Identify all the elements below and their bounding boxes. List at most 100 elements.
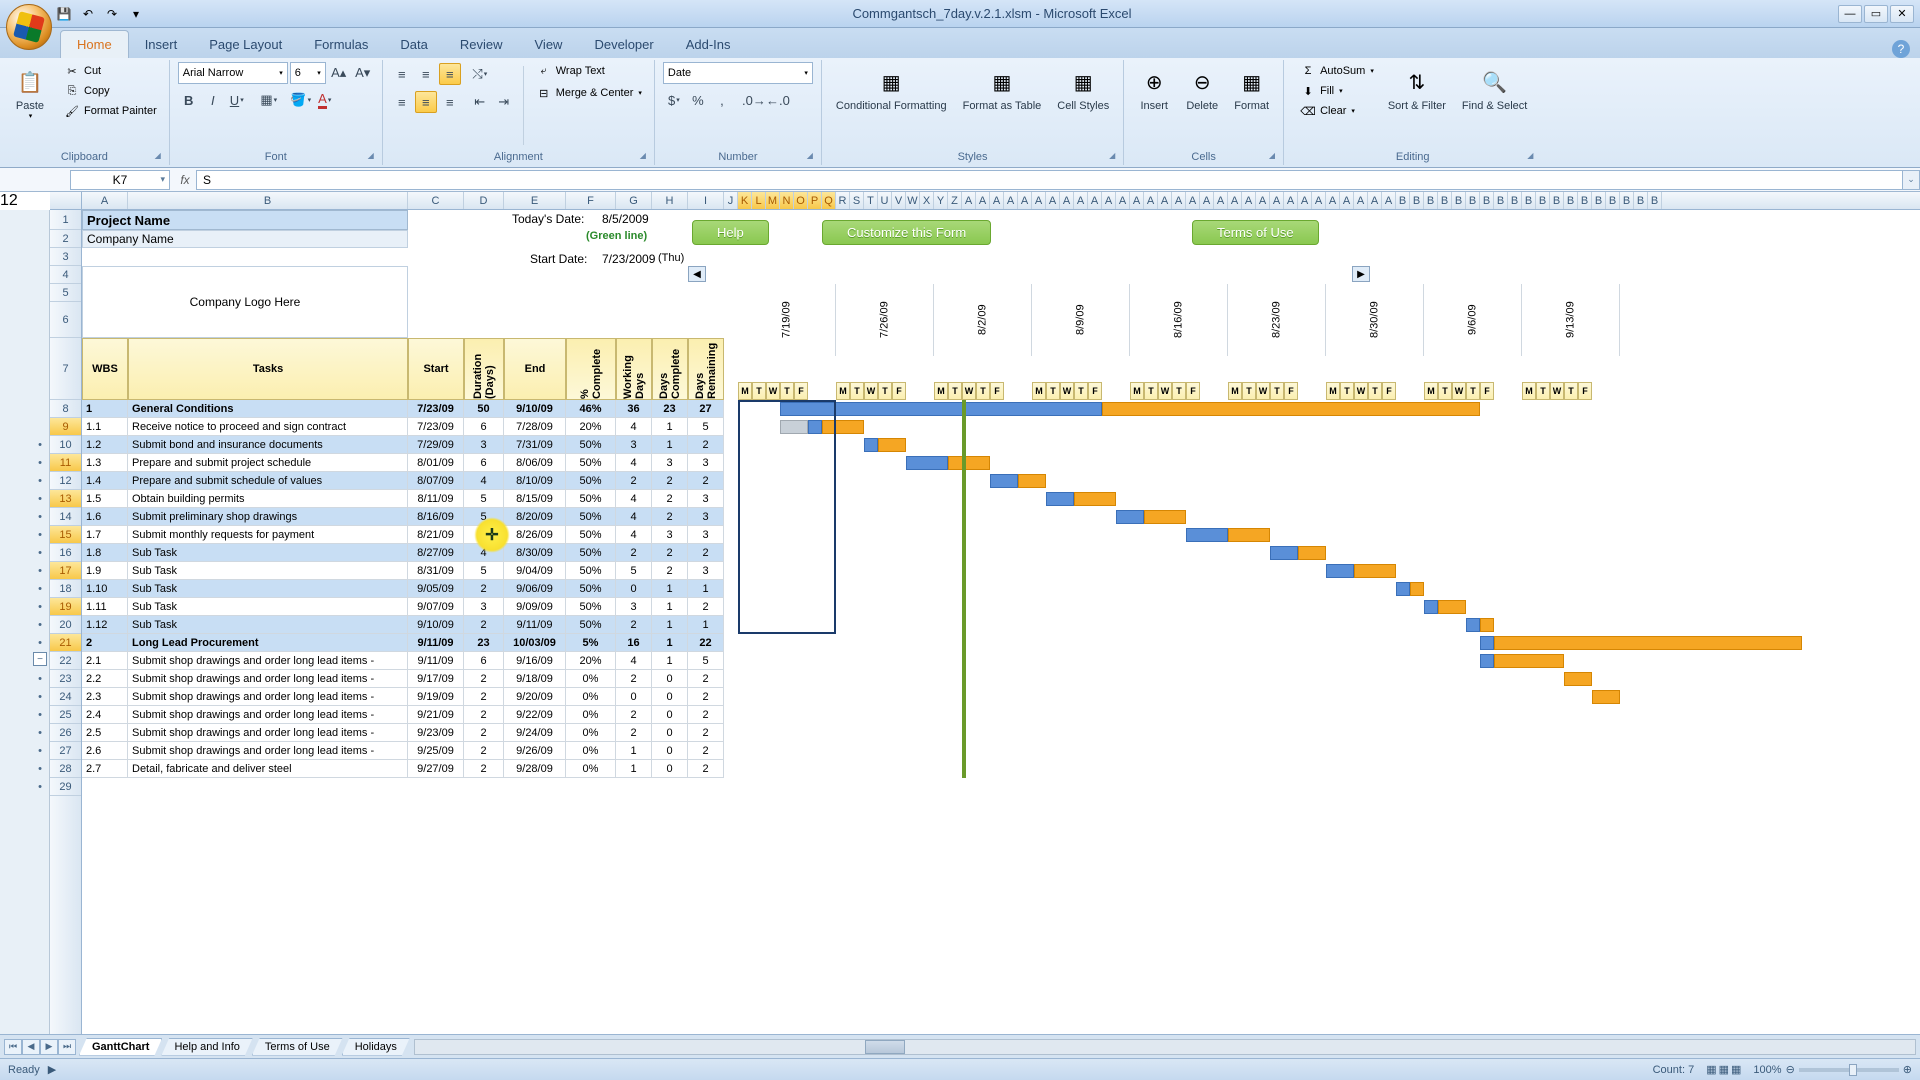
font-color-button[interactable]: A▾ bbox=[314, 89, 336, 111]
cell-end[interactable]: 9/26/09 bbox=[504, 742, 566, 760]
zoom-in-icon[interactable]: ⊕ bbox=[1903, 1063, 1912, 1076]
cell-start[interactable]: 8/11/09 bbox=[408, 490, 464, 508]
outline-level-2[interactable]: 2 bbox=[9, 192, 18, 210]
cell-end[interactable]: 9/28/09 bbox=[504, 760, 566, 778]
format-painter-button[interactable]: 🖌Format Painter bbox=[60, 102, 161, 120]
column-header[interactable]: B bbox=[1466, 192, 1480, 209]
row-header[interactable]: 5 bbox=[50, 284, 81, 302]
cell-end[interactable]: 8/30/09 bbox=[504, 544, 566, 562]
cell-dr[interactable]: 1 bbox=[688, 616, 724, 634]
column-header[interactable]: B bbox=[1536, 192, 1550, 209]
cell-wd[interactable]: 16 bbox=[616, 634, 652, 652]
delete-cells-button[interactable]: ⊖Delete bbox=[1180, 62, 1224, 149]
row-header[interactable]: 4 bbox=[50, 266, 81, 284]
cell-wbs[interactable]: 1.3 bbox=[82, 454, 128, 472]
cell-pct[interactable]: 50% bbox=[566, 508, 616, 526]
cell-dc[interactable]: 1 bbox=[652, 418, 688, 436]
cell-dc[interactable]: 0 bbox=[652, 724, 688, 742]
cell-start[interactable]: 8/31/09 bbox=[408, 562, 464, 580]
column-header[interactable]: A bbox=[1102, 192, 1116, 209]
cell-dc[interactable]: 3 bbox=[652, 526, 688, 544]
column-header[interactable]: A bbox=[1116, 192, 1130, 209]
wrap-text-button[interactable]: ⤶Wrap Text bbox=[532, 62, 646, 80]
cell-end[interactable]: 8/26/09 bbox=[504, 526, 566, 544]
cell-task[interactable]: Submit bond and insurance documents bbox=[128, 436, 408, 454]
fill-button[interactable]: ⬇Fill▾ bbox=[1296, 82, 1378, 100]
cell-start[interactable]: 9/23/09 bbox=[408, 724, 464, 742]
cell-dr[interactable]: 2 bbox=[688, 598, 724, 616]
align-bottom-icon[interactable]: ≡ bbox=[439, 63, 461, 85]
column-header[interactable]: B bbox=[1396, 192, 1410, 209]
cell-task[interactable]: Sub Task bbox=[128, 598, 408, 616]
column-header[interactable]: B bbox=[1564, 192, 1578, 209]
cell-wd[interactable]: 2 bbox=[616, 724, 652, 742]
cell-duration[interactable]: 2 bbox=[464, 670, 504, 688]
cell-start[interactable]: 9/25/09 bbox=[408, 742, 464, 760]
comma-icon[interactable]: , bbox=[711, 89, 733, 111]
cell-end[interactable]: 9/04/09 bbox=[504, 562, 566, 580]
align-center-icon[interactable]: ≡ bbox=[415, 91, 437, 113]
column-header[interactable]: A bbox=[1270, 192, 1284, 209]
cell-duration[interactable]: 2 bbox=[464, 742, 504, 760]
row-header[interactable]: 8 bbox=[50, 400, 81, 418]
cell-wd[interactable]: 4 bbox=[616, 454, 652, 472]
tab-addins[interactable]: Add-Ins bbox=[670, 31, 747, 58]
cell-dc[interactable]: 1 bbox=[652, 616, 688, 634]
cell-end[interactable]: 9/10/09 bbox=[504, 400, 566, 418]
cell-task[interactable]: Submit shop drawings and order long lead… bbox=[128, 742, 408, 760]
column-header[interactable]: O bbox=[794, 192, 808, 209]
cell-pct[interactable]: 46% bbox=[566, 400, 616, 418]
row-header[interactable]: 13 bbox=[50, 490, 81, 508]
tab-insert[interactable]: Insert bbox=[129, 31, 194, 58]
row-header[interactable]: 15 bbox=[50, 526, 81, 544]
cell-dr[interactable]: 22 bbox=[688, 634, 724, 652]
column-header[interactable]: A bbox=[1326, 192, 1340, 209]
row-header[interactable]: 7 bbox=[50, 338, 81, 400]
cell-end[interactable]: 9/09/09 bbox=[504, 598, 566, 616]
cell-task[interactable]: Submit shop drawings and order long lead… bbox=[128, 652, 408, 670]
increase-decimal-icon[interactable]: .0→ bbox=[743, 89, 765, 111]
cell-task[interactable]: Prepare and submit project schedule bbox=[128, 454, 408, 472]
cell-start[interactable]: 9/11/09 bbox=[408, 634, 464, 652]
row-header[interactable]: 19 bbox=[50, 598, 81, 616]
cell-dc[interactable]: 3 bbox=[652, 454, 688, 472]
column-header-days_remaining[interactable]: Days Remaining bbox=[688, 338, 724, 400]
column-header[interactable]: H bbox=[652, 192, 688, 209]
scrollbar-thumb[interactable] bbox=[865, 1040, 905, 1054]
cell-duration[interactable]: 6 bbox=[464, 418, 504, 436]
cell-dr[interactable]: 2 bbox=[688, 436, 724, 454]
cell-dr[interactable]: 2 bbox=[688, 724, 724, 742]
column-header[interactable]: A bbox=[976, 192, 990, 209]
save-icon[interactable]: 💾 bbox=[54, 4, 74, 24]
column-header-end[interactable]: End bbox=[504, 338, 566, 400]
cell-task[interactable]: Obtain building permits bbox=[128, 490, 408, 508]
paste-button[interactable]: 📋 Paste ▾ bbox=[8, 62, 52, 149]
tab-developer[interactable]: Developer bbox=[578, 31, 669, 58]
column-header[interactable]: A bbox=[962, 192, 976, 209]
cell-dr[interactable]: 2 bbox=[688, 472, 724, 490]
cell-wbs[interactable]: 1.6 bbox=[82, 508, 128, 526]
find-select-button[interactable]: 🔍Find & Select bbox=[1456, 62, 1533, 149]
cell-wbs[interactable]: 1.10 bbox=[82, 580, 128, 598]
column-header[interactable]: B bbox=[1620, 192, 1634, 209]
column-header[interactable]: B bbox=[1592, 192, 1606, 209]
bold-button[interactable]: B bbox=[178, 89, 200, 111]
cell-dc[interactable]: 1 bbox=[652, 634, 688, 652]
cell-wd[interactable]: 4 bbox=[616, 508, 652, 526]
cell-start[interactable]: 9/17/09 bbox=[408, 670, 464, 688]
decrease-indent-icon[interactable]: ⇤ bbox=[469, 91, 491, 113]
cell-wbs[interactable]: 1.7 bbox=[82, 526, 128, 544]
cell-end[interactable]: 9/18/09 bbox=[504, 670, 566, 688]
cell-task[interactable]: Submit shop drawings and order long lead… bbox=[128, 706, 408, 724]
sheet-tab[interactable]: GanttChart bbox=[79, 1038, 162, 1056]
cell-wd[interactable]: 0 bbox=[616, 580, 652, 598]
align-middle-icon[interactable]: ≡ bbox=[415, 63, 437, 85]
cell-start[interactable]: 9/05/09 bbox=[408, 580, 464, 598]
clear-button[interactable]: ⌫Clear▾ bbox=[1296, 102, 1378, 120]
cell-pct[interactable]: 50% bbox=[566, 562, 616, 580]
cell-dr[interactable]: 3 bbox=[688, 454, 724, 472]
company-name-cell[interactable]: Company Name bbox=[82, 230, 408, 248]
cell-end[interactable]: 7/31/09 bbox=[504, 436, 566, 454]
column-header[interactable]: B bbox=[1606, 192, 1620, 209]
cell-start[interactable]: 9/21/09 bbox=[408, 706, 464, 724]
